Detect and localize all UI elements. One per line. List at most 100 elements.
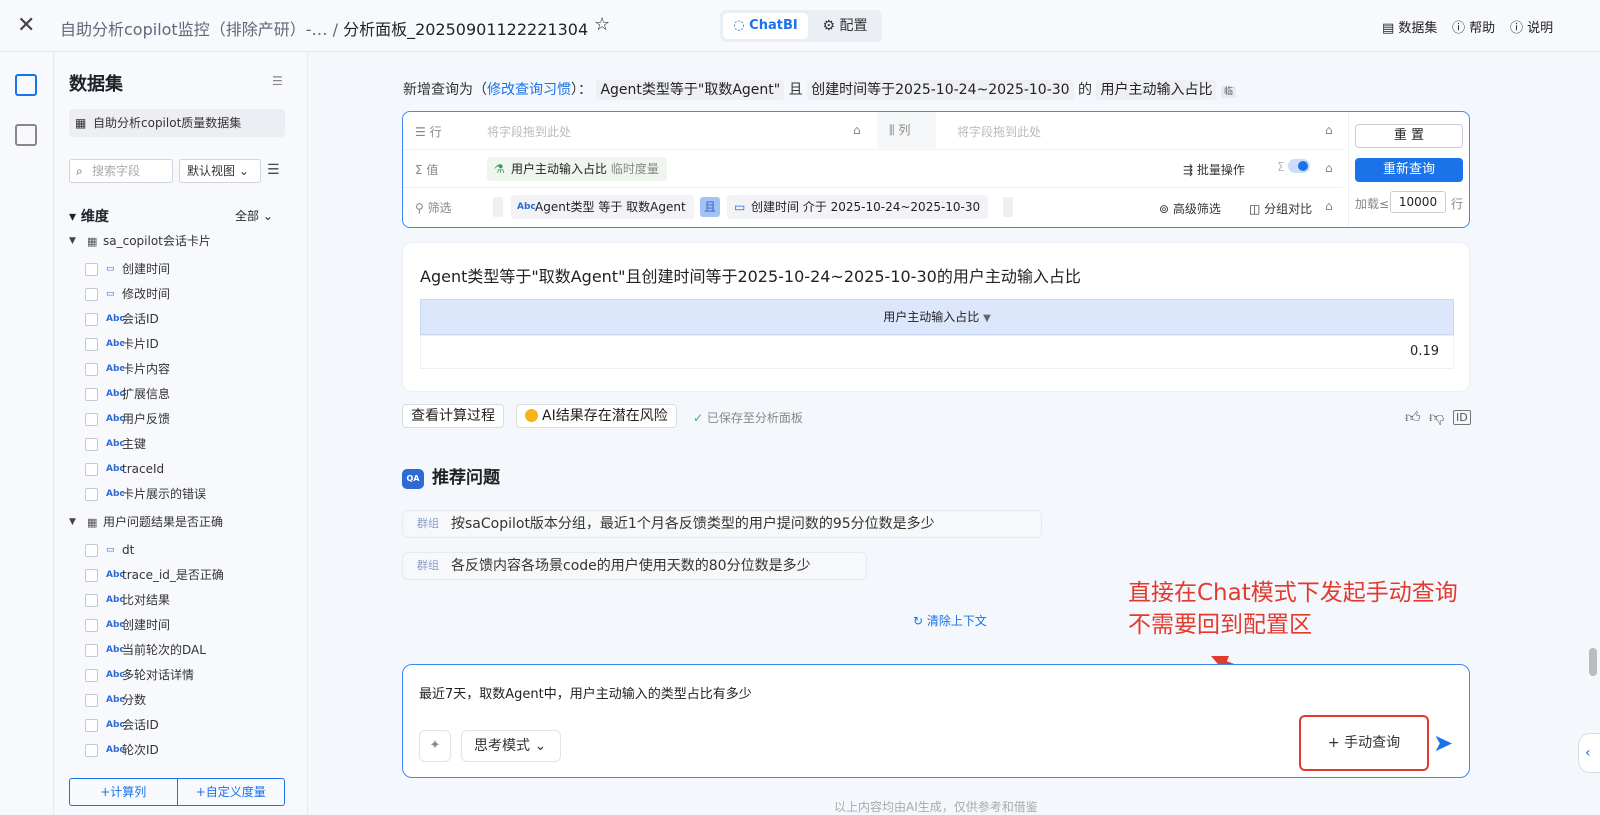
recommend-item[interactable]: 群组 各反馈内容各场景code的用户使用天数的80分位数是多少 <box>402 552 867 580</box>
field-item[interactable]: Abc 用户反馈 <box>55 407 307 432</box>
dimension-header[interactable]: ▾ 维度 <box>69 206 109 226</box>
side-expand-button[interactable]: ‹ <box>1578 733 1600 773</box>
dataset-selector[interactable]: ▦ 自助分析copilot质量数据集 <box>69 109 285 137</box>
field-checkbox[interactable] <box>85 263 98 276</box>
main-scrollbar[interactable] <box>1589 648 1597 676</box>
field-checkbox[interactable] <box>85 363 98 376</box>
recommend-item[interactable]: 群组 按saCopilot版本分组，最近1个月各反馈类型的用户提问数的95分位数是… <box>402 510 1042 538</box>
reset-button[interactable]: 重 置 <box>1355 124 1463 148</box>
field-item[interactable]: ▭ dt <box>55 538 307 563</box>
field-search-input[interactable]: ⌕ 搜索字段 <box>69 159 173 183</box>
field-checkbox[interactable] <box>85 438 98 451</box>
filter-chip-date[interactable]: ▭ 创建时间 介于 2025-10-24~2025-10-30 <box>727 195 989 219</box>
table-node[interactable]: ▼ ▦ 用户问题结果是否正确 <box>55 510 307 535</box>
send-icon[interactable]: ➤ <box>1433 729 1453 757</box>
star-icon[interactable]: ☆ <box>594 14 610 35</box>
think-mode-select[interactable]: 思考模式 ⌄ <box>461 730 561 762</box>
field-item[interactable]: Abc traceId <box>55 457 307 482</box>
field-item[interactable]: Abc 轮次ID <box>55 738 307 763</box>
field-checkbox[interactable] <box>85 719 98 732</box>
tab-config[interactable]: ⚙ 配置 <box>812 13 878 39</box>
field-item[interactable]: Abc 会话ID <box>55 713 307 738</box>
field-checkbox[interactable] <box>85 619 98 632</box>
batch-operation-button[interactable]: ⇶ 批量操作 <box>1183 161 1245 178</box>
field-checkbox[interactable] <box>85 644 98 657</box>
filter-and-tag[interactable]: 且 <box>700 197 720 217</box>
value-chip[interactable]: ⚗ 用户主动输入占比 临时度量 <box>487 157 667 181</box>
field-item[interactable]: Abc 主键 <box>55 432 307 457</box>
field-checkbox[interactable] <box>85 669 98 682</box>
field-item[interactable]: Abc 卡片内容 <box>55 357 307 382</box>
view-select[interactable]: 默认视图 ⌄ <box>179 159 261 183</box>
chat-input[interactable]: 最近7天，取数Agent中，用户主动输入的类型占比有多少 <box>419 683 752 702</box>
doc-link[interactable]: ⓘ 说明 <box>1510 17 1553 36</box>
dataset-name: 自助分析copilot质量数据集 <box>93 116 242 130</box>
add-measure-button[interactable]: +自定义度量 <box>178 779 285 805</box>
dataset-link[interactable]: ▤ 数据集 <box>1382 17 1437 36</box>
close-icon[interactable]: ✕ <box>17 13 35 38</box>
group-compare-button[interactable]: ◫ 分组对比 <box>1249 200 1312 217</box>
rows-dropzone[interactable]: 将字段拖到此处 <box>487 123 571 140</box>
field-item[interactable]: Abc 卡片展示的错误 <box>55 482 307 507</box>
tab-chatbi[interactable]: ◌ ChatBI <box>723 13 808 39</box>
limit-input[interactable]: 10000 <box>1390 191 1446 213</box>
field-name: 当前轮次的DAL <box>122 643 206 657</box>
field-checkbox[interactable] <box>85 388 98 401</box>
field-checkbox[interactable] <box>85 544 98 557</box>
thumbs-down-icon[interactable]: 👎︎ <box>1429 408 1444 427</box>
add-calc-column-button[interactable]: +计算列 <box>70 779 178 805</box>
field-checkbox[interactable] <box>85 338 98 351</box>
columns-dropzone[interactable]: 将字段拖到此处 <box>957 123 1041 140</box>
expand-arrow-icon[interactable]: ▼ <box>69 510 76 535</box>
dimension-filter[interactable]: 全部 ⌄ <box>235 207 273 224</box>
field-checkbox[interactable] <box>85 463 98 476</box>
manual-query-button[interactable]: + 手动查询 <box>1299 715 1429 771</box>
edit-query-habit-link[interactable]: 修改查询习惯 <box>487 82 571 98</box>
requery-button[interactable]: 重新查询 <box>1355 158 1463 182</box>
help-link[interactable]: ⓘ 帮助 <box>1452 17 1495 36</box>
sum-toggle[interactable]: Σ <box>1277 159 1311 174</box>
field-item[interactable]: ▭ 创建时间 <box>55 257 307 282</box>
field-checkbox[interactable] <box>85 488 98 501</box>
filter-chip-agent[interactable]: Abc Agent类型 等于 取数Agent <box>511 195 694 219</box>
field-item[interactable]: ▭ 修改时间 <box>55 282 307 307</box>
field-item[interactable]: Abc 多轮对话详情 <box>55 663 307 688</box>
field-checkbox[interactable] <box>85 313 98 326</box>
rows-basket-icon[interactable]: ⌂ <box>853 123 861 137</box>
thumbs-up-icon[interactable]: 👍︎ <box>1405 408 1421 427</box>
id-icon[interactable]: ID <box>1453 410 1471 425</box>
field-checkbox[interactable] <box>85 594 98 607</box>
field-item[interactable]: Abc trace_id_是否正确 <box>55 563 307 588</box>
result-column-header[interactable]: 用户主动输入占比 ▼ <box>420 299 1454 335</box>
breadcrumb-parent[interactable]: 自助分析copilot监控（排除产研）-… <box>60 20 327 39</box>
field-checkbox[interactable] <box>85 413 98 426</box>
field-checkbox[interactable] <box>85 744 98 757</box>
advanced-filter-button[interactable]: ⊚ 高级筛选 <box>1159 200 1221 217</box>
outline-rail-icon[interactable] <box>15 124 37 146</box>
list-settings-icon[interactable]: ☰ <box>267 162 280 178</box>
field-item[interactable]: Abc 当前轮次的DAL <box>55 638 307 663</box>
query-of: 的 <box>1078 82 1093 98</box>
columns-basket-icon[interactable]: ⌂ <box>1325 123 1333 137</box>
field-checkbox[interactable] <box>85 288 98 301</box>
clear-context-button[interactable]: ↻ 清除上下文 <box>913 612 987 629</box>
field-checkbox[interactable] <box>85 569 98 582</box>
field-item[interactable]: Abc 扩展信息 <box>55 382 307 407</box>
field-name: 会话ID <box>122 718 159 732</box>
collapse-icon[interactable]: ☰ <box>272 74 283 88</box>
filter-basket-icon[interactable]: ⌂ <box>1325 199 1333 213</box>
values-basket-icon[interactable]: ⌂ <box>1325 161 1333 175</box>
dataset-rail-icon[interactable] <box>15 74 37 96</box>
field-item[interactable]: Abc 比对结果 <box>55 588 307 613</box>
field-item[interactable]: Abc 分数 <box>55 688 307 713</box>
field-checkbox[interactable] <box>85 694 98 707</box>
field-item[interactable]: Abc 卡片ID <box>55 332 307 357</box>
view-calc-process-button[interactable]: 查看计算过程 <box>402 404 504 428</box>
ai-risk-button[interactable]: AI结果存在潜在风险 <box>516 404 677 428</box>
sparkle-icon[interactable]: ✦ <box>419 730 451 762</box>
field-item[interactable]: Abc 会话ID <box>55 307 307 332</box>
query-intro-prefix: 新增查询为（ <box>403 82 487 98</box>
field-item[interactable]: Abc 创建时间 <box>55 613 307 638</box>
expand-arrow-icon[interactable]: ▼ <box>69 229 76 254</box>
table-node[interactable]: ▼ ▦ sa_copilot会话卡片 <box>55 229 307 254</box>
